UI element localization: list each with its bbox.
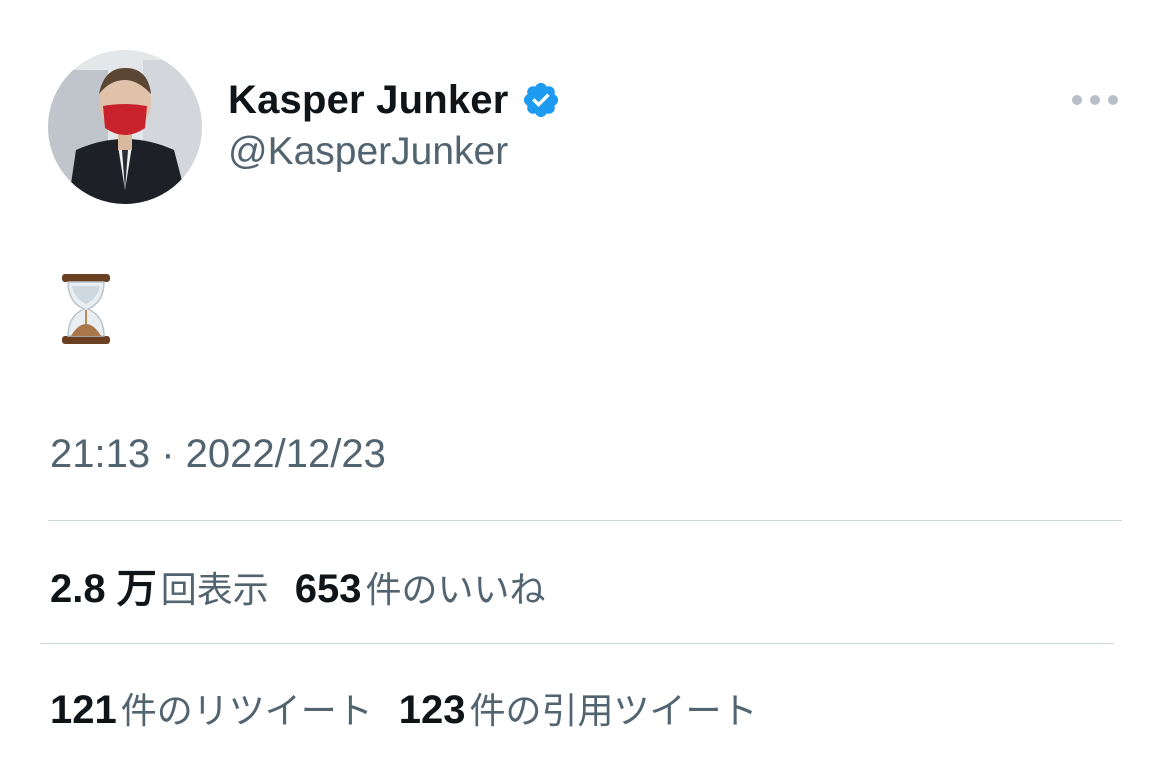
dot bbox=[1108, 95, 1118, 105]
likes-count: 653 bbox=[294, 567, 362, 611]
likes-label: 件のいいね bbox=[365, 570, 546, 611]
stats-row-views-likes: 2.8 万 回表示 653 件のいいね bbox=[50, 556, 546, 614]
more-options-icon[interactable] bbox=[1072, 86, 1118, 114]
quotes-label: 件の引用ツイート bbox=[469, 691, 758, 732]
retweets-count: 121 bbox=[50, 688, 117, 732]
display-name[interactable]: Kasper Junker bbox=[228, 78, 509, 123]
views-stat[interactable]: 2.8 万 回表示 bbox=[50, 556, 269, 614]
avatar[interactable] bbox=[48, 50, 202, 204]
divider bbox=[40, 643, 1114, 644]
tweet-timestamp[interactable]: 21:13 · 2022/12/23 bbox=[50, 432, 386, 477]
views-label: 回表示 bbox=[160, 570, 269, 611]
divider bbox=[48, 520, 1122, 521]
verified-badge-icon bbox=[521, 80, 561, 120]
dot bbox=[1072, 95, 1082, 105]
tweet-text bbox=[58, 270, 114, 348]
quotes-stat[interactable]: 123 件の引用ツイート bbox=[399, 682, 758, 734]
dot bbox=[1090, 95, 1100, 105]
stats-row-retweets-quotes: 121 件のリツイート 123 件の引用ツイート bbox=[50, 682, 758, 734]
author-name-row[interactable]: Kasper Junker bbox=[228, 74, 561, 126]
retweets-stat[interactable]: 121 件のリツイート bbox=[50, 682, 373, 734]
user-handle[interactable]: @KasperJunker bbox=[228, 130, 508, 174]
hourglass-icon bbox=[62, 274, 110, 344]
quotes-count: 123 bbox=[398, 688, 466, 732]
likes-stat[interactable]: 653 件のいいね bbox=[295, 561, 546, 613]
retweets-label: 件のリツイート bbox=[120, 691, 373, 732]
views-count: 2.8 万 bbox=[50, 567, 157, 611]
profile-photo bbox=[48, 50, 202, 204]
